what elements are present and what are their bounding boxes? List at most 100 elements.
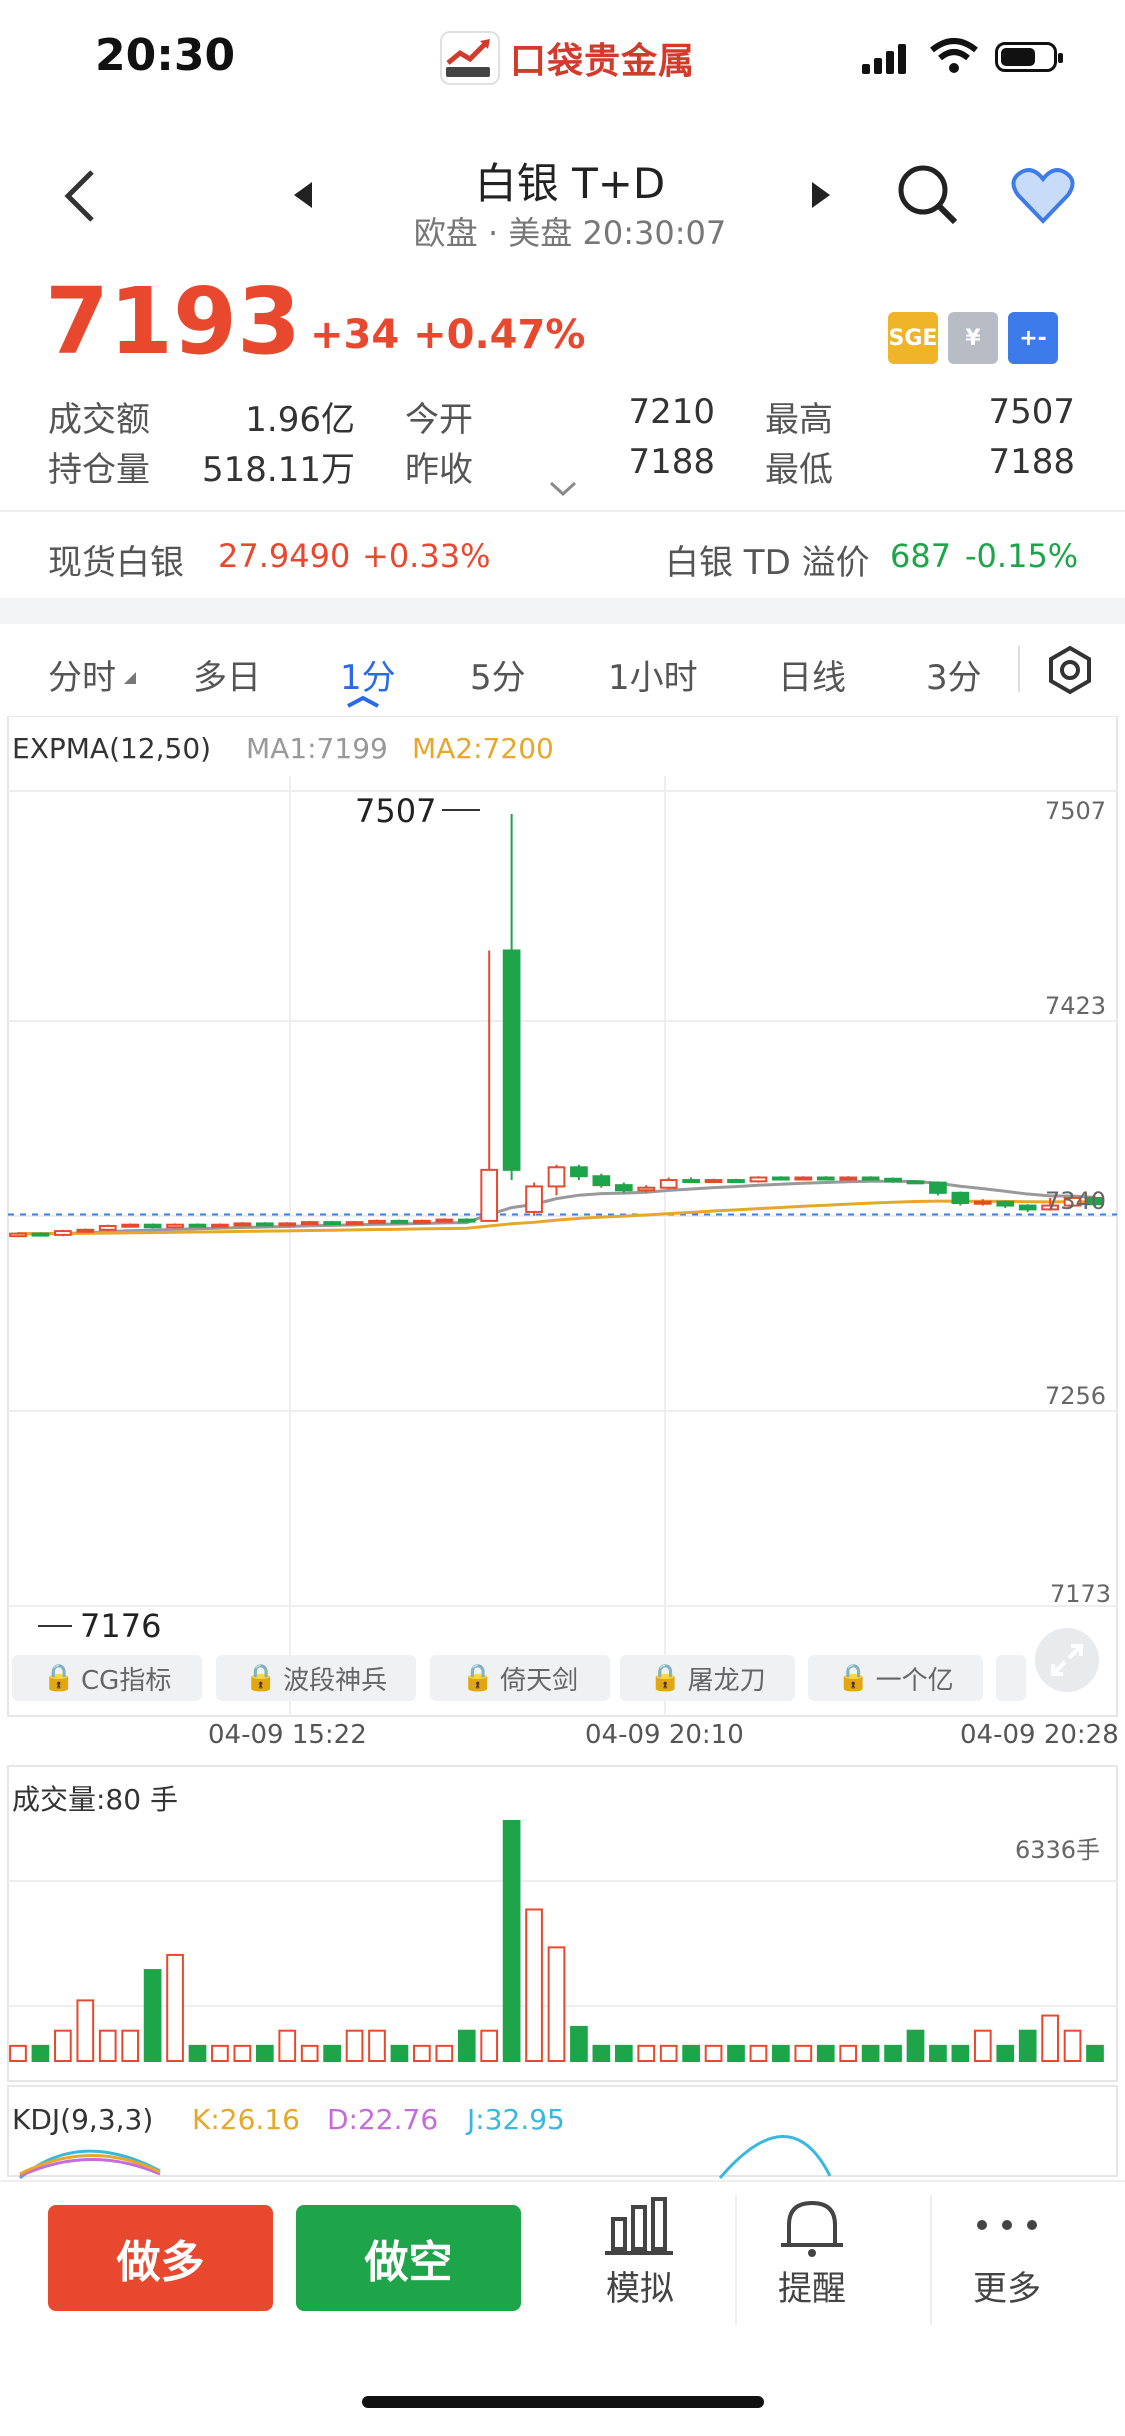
volume-bar <box>816 2044 835 2063</box>
volume-bar <box>749 2044 768 2063</box>
volume-bar <box>839 2044 858 2063</box>
last-price: 7193 <box>45 268 302 375</box>
kdj-j-line <box>718 2135 832 2179</box>
candle-body <box>996 1200 1015 1207</box>
favorite-heart-icon[interactable] <box>1010 165 1076 225</box>
back-arrow-icon[interactable] <box>60 168 100 224</box>
volume-bar <box>278 2029 297 2063</box>
lock-icon: 🔒 <box>837 1663 870 1693</box>
go-short-button[interactable]: 做空 <box>296 2205 521 2311</box>
volume-bar <box>457 2029 476 2063</box>
search-icon[interactable] <box>895 162 961 228</box>
volume-label: 成交量:80 手 <box>12 1783 178 1816</box>
spot-label: 现货白银 <box>48 543 184 583</box>
bottom-divider <box>0 2180 1125 2182</box>
prev-contract-icon[interactable] <box>290 180 314 210</box>
volume-bar <box>255 2044 274 2063</box>
locked-indicator-chip[interactable]: 🔒 波段神兵 <box>216 1655 416 1701</box>
candle-body <box>54 1230 72 1236</box>
candle-body <box>76 1228 95 1233</box>
market-session: 欧盘 · 美盘 20:30:07 <box>413 214 727 252</box>
tab-1min[interactable]: 1分 <box>340 650 396 699</box>
candle-body <box>884 1177 902 1183</box>
volume-bar <box>413 2044 431 2063</box>
y-tick: 7340 <box>1045 1187 1107 1215</box>
high-marker-line <box>442 809 480 811</box>
volume-bar <box>592 2044 611 2063</box>
alert-button[interactable]: 提醒 <box>735 2195 887 2325</box>
volume-bar <box>861 2044 880 2063</box>
volume-bar <box>143 1969 162 2063</box>
simulate-label: 模拟 <box>606 2269 674 2309</box>
candle-body <box>502 949 521 1171</box>
candle-body <box>614 1184 633 1192</box>
candle-body <box>637 1186 656 1192</box>
expand-chevron-icon[interactable] <box>548 480 578 498</box>
volume-bar <box>682 2044 700 2063</box>
kdj-j: J:32.95 <box>467 2103 565 2136</box>
next-contract-icon[interactable] <box>810 180 834 210</box>
candle-body <box>570 1166 588 1178</box>
wifi-icon <box>930 38 978 73</box>
tab-daily[interactable]: 日线 <box>778 650 846 699</box>
indicator-label[interactable]: EXPMA(12,50) <box>12 732 211 765</box>
volume-bar <box>323 2044 341 2063</box>
tab-5min[interactable]: 5分 <box>470 650 526 699</box>
stat-value-open: 7210 <box>628 392 715 432</box>
tab-1hour[interactable]: 1小时 <box>608 650 698 699</box>
volume-bar <box>76 1999 95 2062</box>
candle-body <box>188 1223 207 1228</box>
candle-body <box>390 1219 409 1224</box>
stat-label-open-interest: 持仓量 <box>48 450 150 490</box>
stat-value-low: 7188 <box>988 442 1075 482</box>
volume-bar <box>547 1946 566 2063</box>
stat-value-high: 7507 <box>988 392 1075 432</box>
candle-body <box>480 1168 499 1222</box>
candle-body <box>749 1176 768 1183</box>
volume-bar <box>951 2044 970 2063</box>
price-change: +34 +0.47% <box>310 312 586 358</box>
kdj-label[interactable]: KDJ(9,3,3) <box>12 2103 153 2136</box>
volume-max-label: 6336手 <box>1015 1836 1101 1864</box>
go-long-button[interactable]: 做多 <box>48 2205 273 2311</box>
candle-body <box>727 1179 745 1184</box>
alert-label: 提醒 <box>778 2269 846 2309</box>
tab-timeshare[interactable]: 分时 <box>48 650 116 699</box>
simulate-button[interactable]: 模拟 <box>565 2195 715 2325</box>
candle-body <box>547 1166 566 1188</box>
tab-3min[interactable]: 3分 <box>926 650 982 699</box>
volume-bar <box>637 2044 656 2063</box>
calculator-badge-icon[interactable]: +- <box>1008 312 1058 364</box>
volume-bar <box>31 2044 50 2063</box>
volume-bar <box>570 2025 588 2062</box>
volume-bar <box>929 2044 947 2063</box>
sge-badge-icon[interactable]: SGE <box>888 312 938 364</box>
kline-chart[interactable] <box>0 716 1125 2186</box>
y-tick: 7256 <box>1045 1382 1107 1410</box>
volume-bar <box>121 2029 140 2063</box>
more-dots-icon <box>977 2220 1037 2230</box>
locked-indicator-chip[interactable]: 🔒 一个亿 <box>808 1655 983 1701</box>
currency-badge-icon[interactable]: ¥ <box>948 312 998 364</box>
stat-value-turnover: 1.96亿 <box>245 400 355 440</box>
tab-multiday[interactable]: 多日 <box>193 650 261 699</box>
more-button[interactable]: 更多 <box>930 2195 1082 2325</box>
locked-indicator-chip-overflow <box>996 1655 1026 1701</box>
brand: 口袋贵金属 <box>440 30 695 86</box>
status-bar: 20:30 口袋贵金属 <box>0 0 1125 120</box>
candle-body <box>772 1176 790 1181</box>
volume-bar <box>1086 2044 1104 2063</box>
page-title: 白银 T+D <box>474 159 666 208</box>
lock-icon: 🔒 <box>461 1663 495 1693</box>
locked-indicator-chip[interactable]: 🔒 屠龙刀 <box>620 1655 795 1701</box>
locked-indicator-chip[interactable]: 🔒 倚天剑 <box>430 1655 610 1701</box>
chart-settings-icon[interactable] <box>1045 645 1095 695</box>
volume-bar <box>480 2029 499 2063</box>
candle-body <box>121 1223 140 1228</box>
candle-body <box>278 1222 297 1227</box>
spot-change: +0.33% <box>362 537 491 575</box>
section-gap <box>0 598 1125 624</box>
locked-indicator-chip[interactable]: 🔒 CG指标 <box>12 1655 202 1701</box>
fullscreen-button[interactable] <box>1035 1628 1099 1692</box>
lock-icon: 🔒 <box>42 1663 76 1693</box>
